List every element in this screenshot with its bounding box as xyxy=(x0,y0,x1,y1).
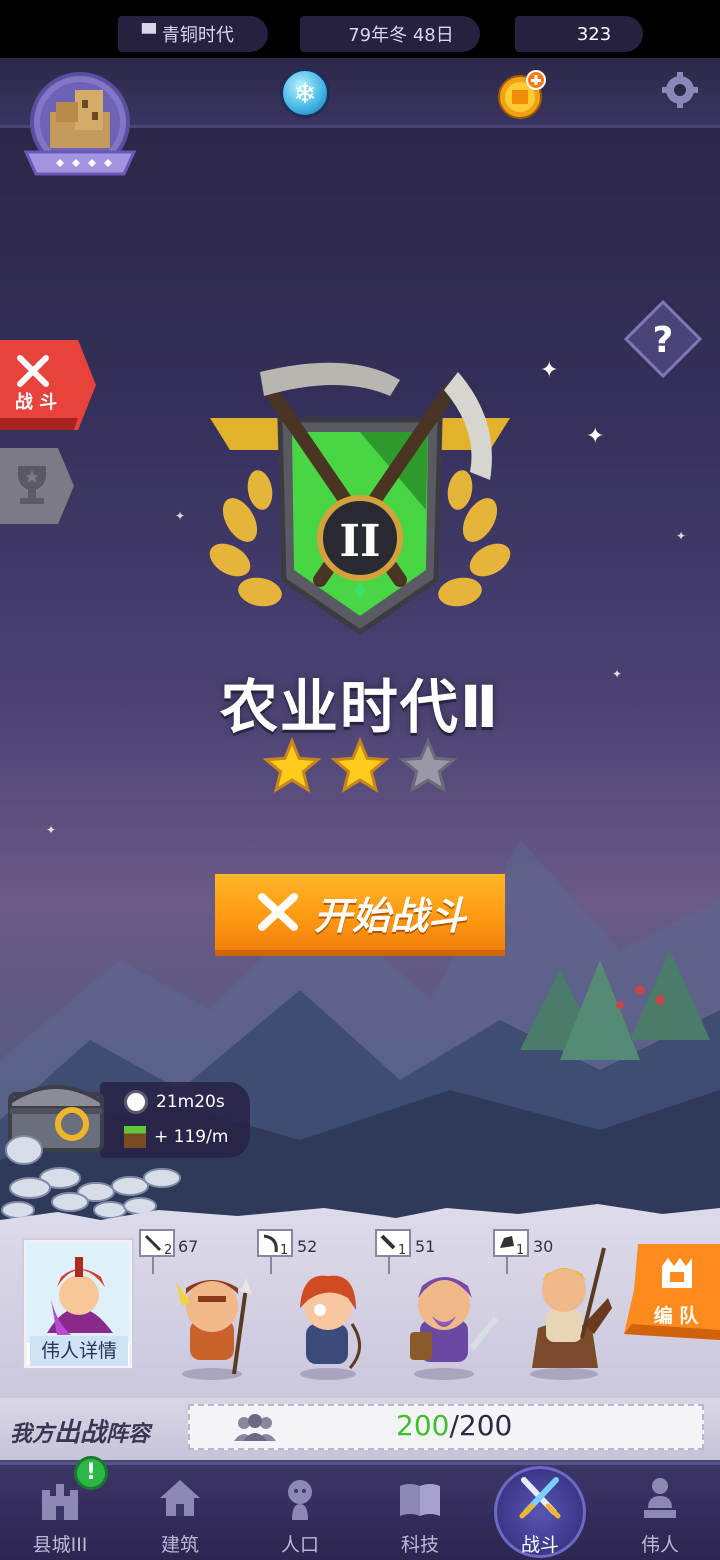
nav-label: 人口 xyxy=(280,1534,319,1556)
settings-gear-icon[interactable] xyxy=(660,70,700,110)
sparkle-icon: ✦ xyxy=(540,358,559,383)
star-empty-icon xyxy=(398,737,458,794)
city-badge-icon[interactable] xyxy=(20,72,140,184)
population-current: 200 xyxy=(396,1409,450,1442)
team-formation-button[interactable]: 编 队 xyxy=(624,1244,720,1340)
emblem-numeral: II xyxy=(339,516,380,567)
spearman-unit-icon xyxy=(176,1278,252,1380)
group-people-icon xyxy=(234,1414,276,1441)
lineup-label-part: 出战 xyxy=(54,1418,107,1448)
alert-badge: ! xyxy=(74,1456,108,1490)
nav-item-buildings[interactable]: 建筑 xyxy=(120,1462,240,1560)
bed-icon: ▀ xyxy=(142,23,156,45)
date-label: 79年冬 48日 xyxy=(348,25,454,46)
help-question-button[interactable]: ? xyxy=(624,300,702,378)
star-filled-icon xyxy=(262,737,322,794)
era-label: 青铜时代 xyxy=(161,25,234,46)
statue-icon xyxy=(644,1478,676,1518)
team-formation-label: 编 队 xyxy=(654,1304,700,1327)
crossed-swords-icon xyxy=(257,893,298,931)
nav-item-technology[interactable]: 科技 xyxy=(360,1462,480,1560)
clock-icon xyxy=(124,1090,148,1114)
nav-label: 科技 xyxy=(400,1534,439,1556)
snowflake-icon: ❄ xyxy=(280,68,330,118)
start-battle-button[interactable]: 开始战斗 xyxy=(215,874,505,956)
nav-label: 建筑 xyxy=(160,1534,199,1556)
stage-stars xyxy=(262,737,458,794)
era-pill[interactable]: ▀ 青铜时代 xyxy=(118,16,268,52)
nav-item-great-people[interactable]: 伟人 xyxy=(600,1462,720,1560)
gold-pill[interactable]: 323 xyxy=(515,16,643,52)
person-icon xyxy=(288,1480,312,1520)
archer-unit-icon xyxy=(300,1275,361,1380)
sparkle-icon: ✦ xyxy=(586,424,605,449)
lineup-label-part: 我方 xyxy=(10,1422,55,1447)
hero-details-label[interactable]: 伟人详情 xyxy=(30,1336,128,1366)
house-icon xyxy=(160,1480,200,1516)
era-emblem-icon: II xyxy=(209,362,511,636)
gold-amount: 323 xyxy=(576,23,612,45)
gold-coin-plus-icon[interactable] xyxy=(496,70,548,120)
nav-label: 伟人 xyxy=(640,1534,679,1556)
cavalry-unit-icon xyxy=(530,1247,612,1380)
population-count: 200/200 xyxy=(396,1409,512,1442)
nav-item-battle[interactable]: 战斗 xyxy=(480,1462,600,1560)
start-battle-label: 开始战斗 xyxy=(313,893,466,938)
svg-text:?: ? xyxy=(653,320,674,361)
side-tab-battle-label: 战 斗 xyxy=(15,392,57,413)
book-icon xyxy=(400,1484,440,1516)
side-tab-battle[interactable]: 战 斗 xyxy=(0,340,98,430)
sparkle-icon: ✦ xyxy=(175,509,186,523)
castle-icon xyxy=(42,1484,78,1520)
star-filled-icon xyxy=(330,737,390,794)
sparkle-icon: ✦ xyxy=(46,823,57,837)
nav-label: 战斗 xyxy=(520,1534,559,1556)
date-pill: 79年冬 48日 xyxy=(300,16,480,52)
lineup-label: 我方出战阵容 xyxy=(10,1412,150,1449)
side-tab-trophy[interactable] xyxy=(0,448,76,524)
lineup-label-part: 阵容 xyxy=(106,1422,151,1447)
chest-timer: 21m20s xyxy=(156,1092,225,1112)
population-max: /200 xyxy=(449,1409,513,1442)
swordsman-unit-icon xyxy=(410,1277,499,1380)
crossed-swords-icon xyxy=(519,1477,561,1519)
nav-label: 县城III xyxy=(32,1534,88,1556)
hero-portrait-icon xyxy=(27,1243,129,1343)
sparkle-icon: ✦ xyxy=(676,529,687,543)
era-stage-title: 农业时代Ⅱ xyxy=(219,673,501,741)
nav-item-population[interactable]: 人口 xyxy=(240,1462,360,1560)
